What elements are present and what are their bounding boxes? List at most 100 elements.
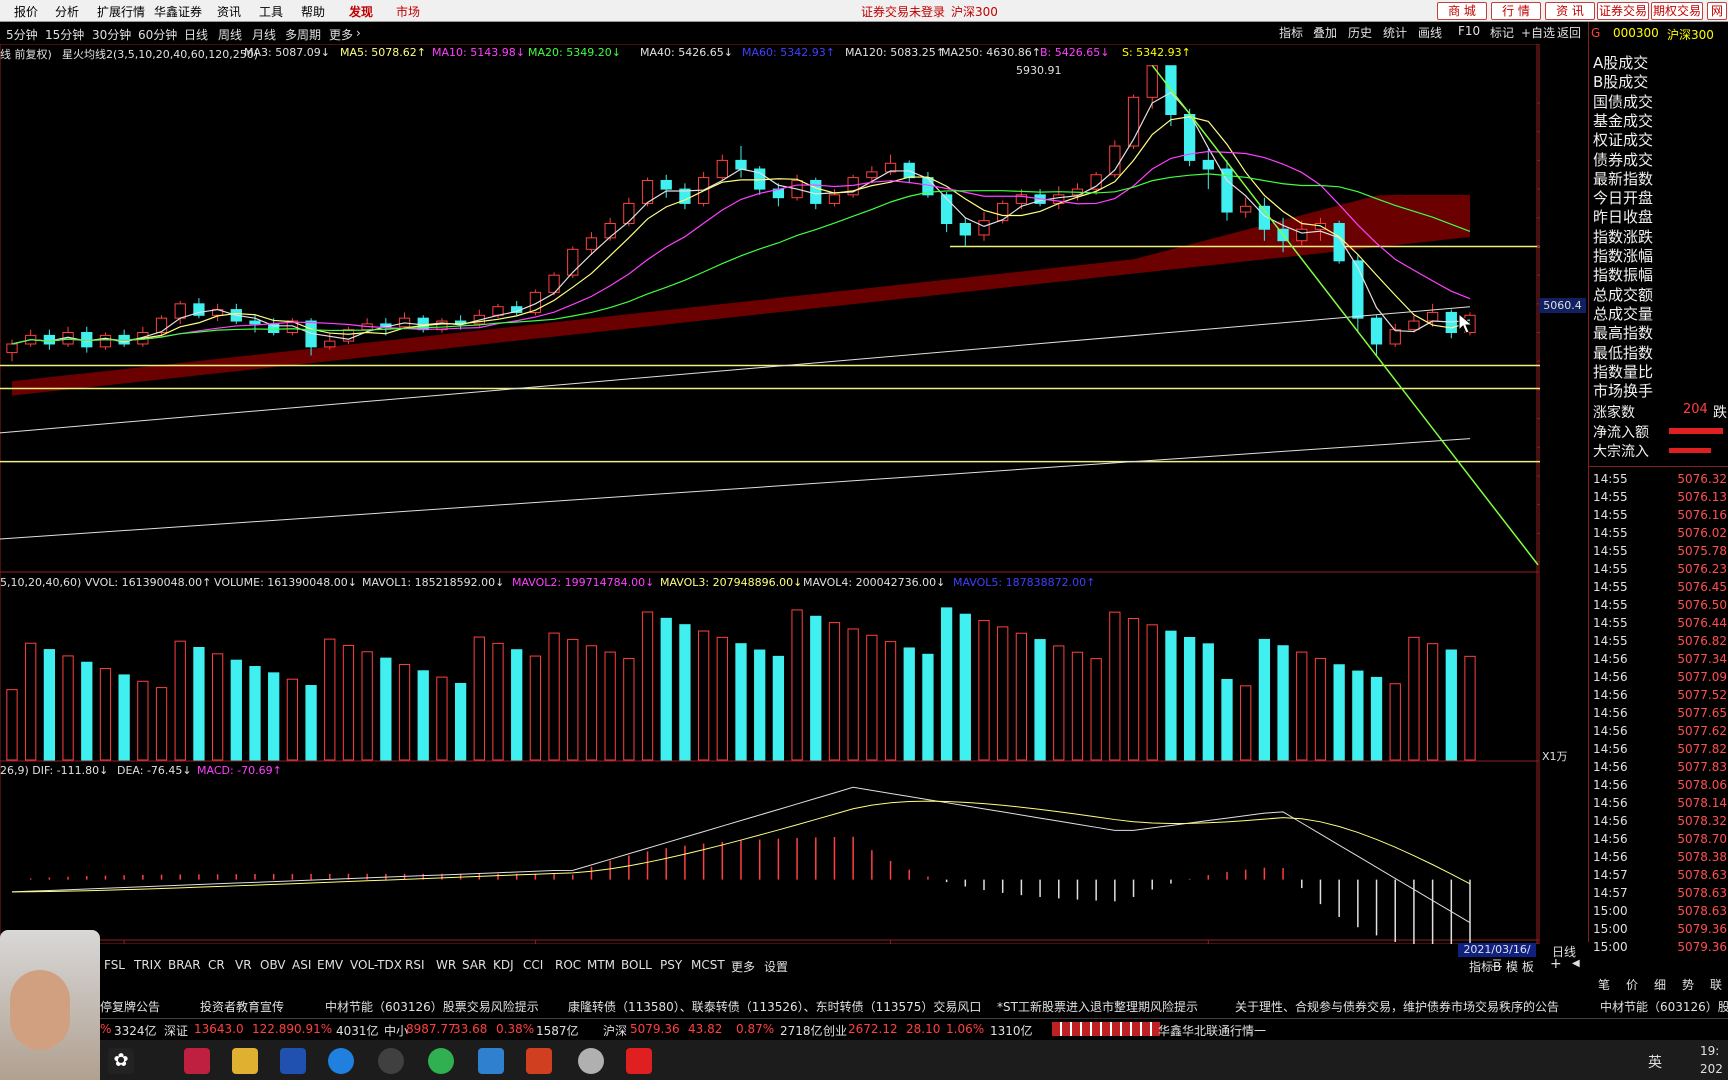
indicator-b-button[interactable]: 指标B <box>1469 958 1501 975</box>
tool-overlay[interactable]: 叠加 <box>1313 24 1337 41</box>
menu-analysis[interactable]: 分析 <box>55 3 79 20</box>
tick-price: 5076.16 <box>1677 508 1727 522</box>
plus-icon[interactable]: + <box>1550 956 1562 972</box>
menu-broker[interactable]: 华鑫证券 <box>154 3 202 20</box>
k-icon[interactable] <box>328 1048 354 1074</box>
volume-bar <box>492 642 504 761</box>
clock-date: 202 <box>1700 1062 1723 1076</box>
tick-price: 5076.13 <box>1677 490 1727 504</box>
status-item: 创业 <box>823 1024 848 1038</box>
indicator-tab-emv[interactable]: EMV <box>317 958 343 972</box>
kline-chart[interactable]: 5800570056005500540053005200510050004900… <box>0 44 1540 944</box>
web-button[interactable]: 网 <box>1707 2 1727 20</box>
volume-bar <box>847 628 859 761</box>
news-item[interactable]: 停复牌公告 <box>100 998 160 1015</box>
period-daily[interactable]: 日线 <box>184 26 208 43</box>
net-inflow-label: 净流入额 <box>1593 425 1649 441</box>
indicator-tab-wr[interactable]: WR <box>436 958 456 972</box>
window-icon[interactable] <box>478 1048 504 1074</box>
stock-app-icon[interactable] <box>526 1048 552 1074</box>
news-item[interactable]: 康隆转债（113580）、联泰转债（113526）、东时转债（113575）交易… <box>568 998 981 1015</box>
arrow-left-icon[interactable]: ◀ <box>1572 958 1580 969</box>
period-weekly[interactable]: 周线 <box>218 26 242 43</box>
news-item[interactable]: 中材节能（603126）股票交易风险提示 <box>325 998 539 1015</box>
indicator-tab-mcst[interactable]: MCST <box>691 958 725 972</box>
tick-time: 14:55 <box>1593 544 1628 558</box>
quote-button[interactable]: 行 情 <box>1491 2 1541 20</box>
wechat-icon[interactable] <box>428 1048 454 1074</box>
menu-quote[interactable]: 报价 <box>14 3 38 20</box>
word-icon[interactable] <box>280 1048 306 1074</box>
indicator-tab-rsi[interactable]: RSI <box>405 958 425 972</box>
indicator-tab-brar[interactable]: BRAR <box>168 958 201 972</box>
indicator-tab-sar[interactable]: SAR <box>462 958 486 972</box>
indicator-tab-psy[interactable]: PSY <box>660 958 682 972</box>
period-15min[interactable]: 15分钟 <box>45 26 84 43</box>
news-item[interactable]: 投资者教育宣传 <box>200 998 284 1015</box>
menu-tools[interactable]: 工具 <box>259 3 283 20</box>
tool-stats[interactable]: 统计 <box>1383 24 1407 41</box>
indicator-tab-asi[interactable]: ASI <box>292 958 311 972</box>
indicator-tab-更多[interactable]: 更多 <box>731 958 755 975</box>
login-status: 证券交易未登录 <box>861 5 946 19</box>
wps-icon[interactable] <box>626 1048 652 1074</box>
tool-f10[interactable]: F10 <box>1458 24 1480 38</box>
news-item[interactable]: 关于理性、合规参与债券交易，维护债券市场交易秩序的公告 <box>1235 998 1559 1015</box>
tool-watchlist[interactable]: +自选 <box>1521 24 1555 41</box>
tick-time: 14:55 <box>1593 580 1628 594</box>
ime-indicator[interactable]: 英 <box>1648 1052 1662 1072</box>
indicator-tab-obv[interactable]: OBV <box>260 958 286 972</box>
news-item[interactable]: 中材节能（603126）股票 <box>1600 998 1728 1015</box>
tool-indicator[interactable]: 指标 <box>1279 24 1303 41</box>
tick-row: 14:55 5076.02 <box>1593 526 1728 540</box>
news-item[interactable]: *ST工新股票进入退市整理期风险提示 <box>997 998 1198 1015</box>
indicator-tab-vr[interactable]: VR <box>235 958 252 972</box>
tool-draw[interactable]: 画线 <box>1418 24 1442 41</box>
tab-detail[interactable]: 细 <box>1654 976 1666 993</box>
menu-market[interactable]: 市场 <box>396 3 420 20</box>
period-60min[interactable]: 60分钟 <box>138 26 177 43</box>
indicator-tab-cr[interactable]: CR <box>208 958 225 972</box>
tab-link[interactable]: 联 <box>1710 976 1722 993</box>
period-monthly[interactable]: 月线 <box>252 26 276 43</box>
current-price-tag: 5060.4 <box>1539 298 1586 313</box>
menu-help[interactable]: 帮助 <box>301 3 325 20</box>
indicator-tab-roc[interactable]: ROC <box>555 958 581 972</box>
template-button[interactable]: 模 板 <box>1506 958 1534 975</box>
period-5min[interactable]: 5分钟 <box>6 26 38 43</box>
volume-bar <box>417 670 429 761</box>
app-icon[interactable] <box>184 1048 210 1074</box>
indicator-tab-boll[interactable]: BOLL <box>621 958 652 972</box>
indicator-tab-vol-tdx[interactable]: VOL-TDX <box>350 958 402 972</box>
chrome-icon[interactable] <box>578 1048 604 1074</box>
tick-row: 14:56 5077.83 <box>1593 760 1728 774</box>
menu-news[interactable]: 资讯 <box>217 3 241 20</box>
securities-trade-button[interactable]: 证券交易 <box>1597 2 1649 20</box>
period-more[interactable]: 更多 <box>329 26 353 43</box>
volume-bar <box>679 624 691 761</box>
indicator-tab-trix[interactable]: TRIX <box>134 958 161 972</box>
indicator-tab-mtm[interactable]: MTM <box>587 958 615 972</box>
obs-icon[interactable] <box>378 1048 404 1074</box>
tab-price[interactable]: 价 <box>1626 976 1638 993</box>
period-multi[interactable]: 多周期 <box>285 26 321 43</box>
indicator-tab-fsl[interactable]: FSL <box>104 958 125 972</box>
indicator-tab-kdj[interactable]: KDJ <box>493 958 514 972</box>
tab-trades[interactable]: 笔 <box>1598 976 1610 993</box>
menu-extended-quote[interactable]: 扩展行情 <box>97 3 145 20</box>
period-30min[interactable]: 30分钟 <box>92 26 131 43</box>
options-trade-button[interactable]: 期权交易 <box>1651 2 1703 20</box>
indicator-tab-设置[interactable]: 设置 <box>764 958 788 975</box>
start-icon[interactable]: ✿ <box>108 1048 134 1074</box>
folder-icon[interactable] <box>232 1048 258 1074</box>
chevron-right-icon[interactable]: › <box>356 26 361 40</box>
broker-line[interactable]: 华鑫华北联通行情一 <box>1158 1022 1266 1039</box>
mall-button[interactable]: 商 城 <box>1437 2 1487 20</box>
indicator-tab-cci[interactable]: CCI <box>523 958 543 972</box>
tool-history[interactable]: 历史 <box>1348 24 1372 41</box>
tool-back[interactable]: 返回 <box>1557 24 1581 41</box>
tool-mark[interactable]: 标记 <box>1490 24 1514 41</box>
news-button[interactable]: 资 讯 <box>1545 2 1595 20</box>
menu-discover[interactable]: 发现 <box>349 3 373 20</box>
tab-trend[interactable]: 势 <box>1682 976 1694 993</box>
